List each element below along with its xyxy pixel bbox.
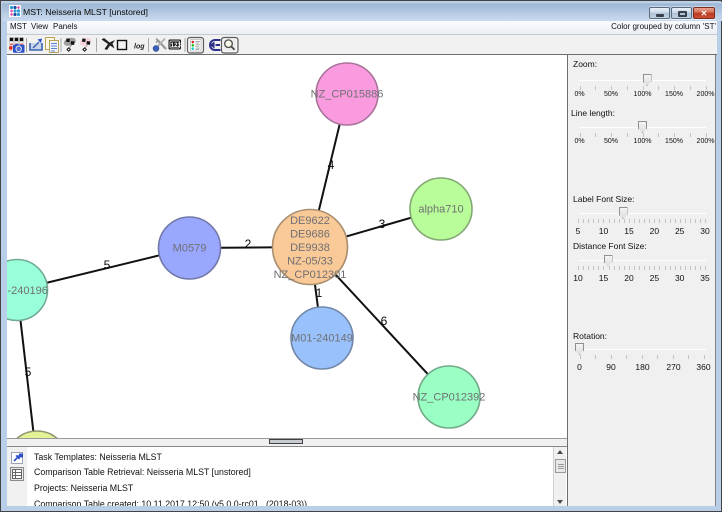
svg-text:1: 1 <box>316 286 323 300</box>
svg-text:alpha710: alpha710 <box>418 204 463 216</box>
svg-text:NZ_CP012392: NZ_CP012392 <box>413 392 486 404</box>
svg-text:6: 6 <box>381 314 388 328</box>
svg-text:NZ-05/33: NZ-05/33 <box>287 256 333 268</box>
svg-text:M0579: M0579 <box>173 243 207 255</box>
svg-text:4: 4 <box>328 158 335 172</box>
svg-text:5: 5 <box>25 365 32 379</box>
svg-text:DE9622: DE9622 <box>290 215 330 227</box>
svg-text:DE9686: DE9686 <box>290 229 330 241</box>
svg-text:NZ_CP012301: NZ_CP012301 <box>274 269 347 281</box>
svg-text:3: 3 <box>379 217 386 231</box>
svg-text:NZ_CP015886: NZ_CP015886 <box>311 89 384 101</box>
svg-text:log: log <box>134 44 145 51</box>
svg-text:123: 123 <box>171 43 182 49</box>
svg-text:5: 5 <box>104 258 111 272</box>
svg-text:DE9938: DE9938 <box>290 242 330 254</box>
svg-text:M01-240196: M01-240196 <box>7 285 48 297</box>
svg-text:M01-240149: M01-240149 <box>291 333 353 345</box>
svg-text:2: 2 <box>245 237 252 251</box>
